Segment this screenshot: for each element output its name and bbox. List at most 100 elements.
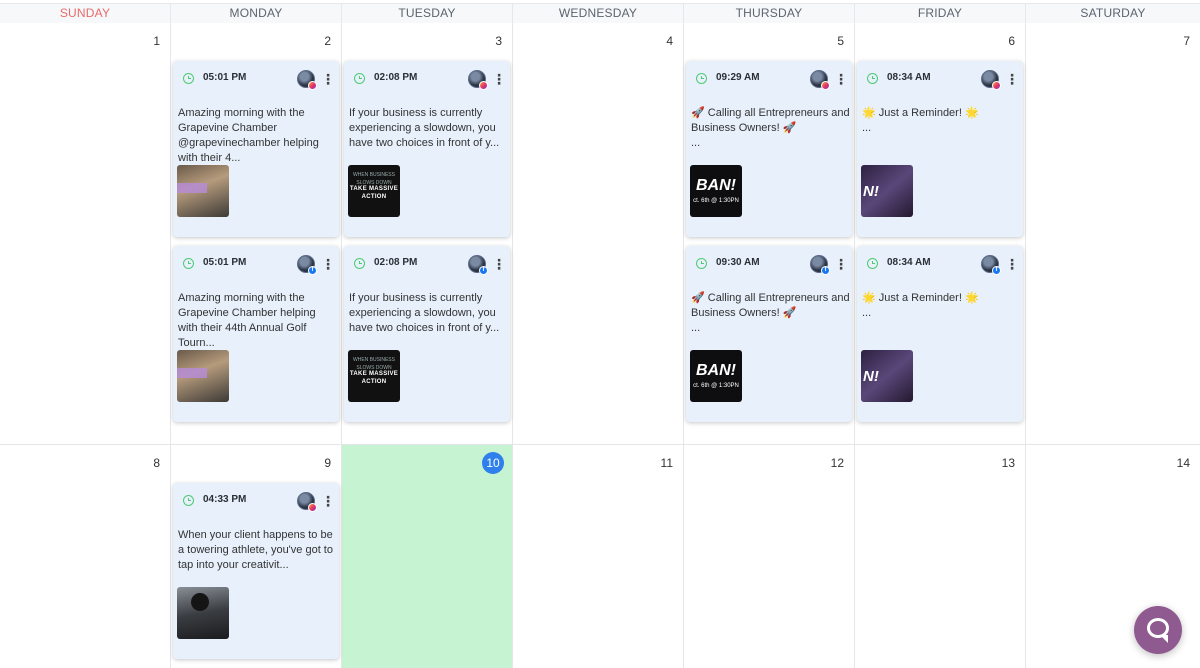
more-vertical-icon[interactable]: ⋮	[492, 255, 506, 273]
weekday-monday: MONDAY	[171, 4, 342, 23]
more-vertical-icon[interactable]: ⋮	[321, 492, 335, 510]
weekday-friday: FRIDAY	[855, 4, 1026, 23]
clock-icon	[354, 258, 365, 269]
day-cell-today[interactable]: 10	[342, 445, 513, 668]
day-cell[interactable]: 7	[1026, 23, 1200, 445]
post-text: If your business is currently experienci…	[349, 107, 500, 149]
calendar-month-view: SUNDAY MONDAY TUESDAY WEDNESDAY THURSDAY…	[0, 0, 1200, 668]
thumbnail-headline: BAN!	[696, 177, 736, 194]
day-number: 1	[153, 34, 160, 48]
chat-button[interactable]	[1134, 606, 1182, 654]
today-badge: 10	[482, 452, 504, 474]
account-avatar	[981, 70, 1001, 90]
instagram-icon	[821, 81, 830, 90]
more-vertical-icon[interactable]: ⋮	[321, 255, 335, 273]
post-time: 04:33 PM	[203, 494, 247, 505]
weekday-thursday: THURSDAY	[684, 4, 855, 23]
account-avatar	[468, 70, 488, 90]
facebook-icon: f	[308, 266, 317, 275]
post-text: 🌟 Just a Reminder! 🌟 ...	[862, 107, 979, 134]
post-time: 08:34 AM	[887, 72, 931, 83]
post-thumbnail[interactable]	[177, 587, 229, 639]
more-vertical-icon[interactable]: ⋮	[834, 70, 848, 88]
clock-icon	[696, 73, 707, 84]
account-avatar	[810, 70, 830, 90]
day-number: 6	[1008, 34, 1015, 48]
post-thumbnail[interactable]: BAN! ct. 6th @ 1:30PN	[690, 165, 742, 217]
account-avatar	[297, 70, 317, 90]
day-cell[interactable]: 11	[513, 445, 684, 668]
post-time: 05:01 PM	[203, 72, 247, 83]
more-vertical-icon[interactable]: ⋮	[1005, 255, 1019, 273]
more-vertical-icon[interactable]: ⋮	[321, 70, 335, 88]
facebook-icon: f	[821, 266, 830, 275]
thumbnail-caption: ct. 6th @ 1:30PN	[693, 383, 739, 389]
day-cell[interactable]: 1	[0, 23, 171, 445]
day-number: 2	[324, 34, 331, 48]
account-avatar: f	[810, 255, 830, 275]
day-number: 14	[1176, 456, 1190, 470]
account-avatar	[297, 492, 317, 512]
clock-icon	[354, 73, 365, 84]
account-avatar: f	[297, 255, 317, 275]
post-text: Amazing morning with the Grapevine Chamb…	[178, 107, 319, 164]
scheduled-post-card[interactable]: 05:01 PM ⋮ Amazing morning with the Grap…	[173, 61, 339, 237]
day-number: 3	[495, 34, 502, 48]
more-vertical-icon[interactable]: ⋮	[834, 255, 848, 273]
account-avatar: f	[468, 255, 488, 275]
post-text: 🚀 Calling all Entrepreneurs and Business…	[691, 107, 850, 149]
post-time: 05:01 PM	[203, 257, 247, 268]
day-cell[interactable]: 4	[513, 23, 684, 445]
account-avatar: f	[981, 255, 1001, 275]
clock-icon	[183, 73, 194, 84]
scheduled-post-card[interactable]: 09:29 AM ⋮ 🚀 Calling all Entrepreneurs a…	[686, 61, 852, 237]
post-text: Amazing morning with the Grapevine Chamb…	[178, 292, 316, 349]
thumbnail-headline: TAKE MASSIVE ACTION	[349, 186, 399, 200]
day-cell[interactable]: 13	[855, 445, 1026, 668]
day-number: 9	[324, 456, 331, 470]
clock-icon	[696, 258, 707, 269]
clock-icon	[867, 258, 878, 269]
post-thumbnail[interactable]: WHEN BUSINESS SLOWS DOWN TAKE MASSIVE AC…	[348, 165, 400, 217]
post-time: 09:29 AM	[716, 72, 760, 83]
more-vertical-icon[interactable]: ⋮	[492, 70, 506, 88]
day-cell[interactable]: 8	[0, 445, 171, 668]
weekday-saturday: SATURDAY	[1080, 6, 1146, 20]
scheduled-post-card[interactable]: 05:01 PM f ⋮ Amazing morning with the Gr…	[173, 246, 339, 422]
scheduled-post-card[interactable]: 08:34 AM f ⋮ 🌟 Just a Reminder! 🌟 ... N!	[857, 246, 1023, 422]
post-time: 09:30 AM	[716, 257, 760, 268]
weekday-header: SUNDAY MONDAY TUESDAY WEDNESDAY THURSDAY…	[0, 3, 1200, 24]
post-text: When your client happens to be a towerin…	[178, 529, 333, 571]
post-thumbnail[interactable]	[177, 350, 229, 402]
clock-icon	[183, 258, 194, 269]
day-number: 5	[837, 34, 844, 48]
more-vertical-icon[interactable]: ⋮	[1005, 70, 1019, 88]
facebook-icon: f	[479, 266, 488, 275]
post-time: 02:08 PM	[374, 257, 418, 268]
post-thumbnail[interactable]: WHEN BUSINESS SLOWS DOWN TAKE MASSIVE AC…	[348, 350, 400, 402]
facebook-icon: f	[992, 266, 1001, 275]
day-number: 11	[660, 456, 673, 470]
instagram-icon	[308, 503, 317, 512]
thumbnail-headline: TAKE MASSIVE ACTION	[349, 371, 399, 385]
day-number: 8	[153, 456, 160, 470]
post-thumbnail[interactable]: N!	[861, 165, 913, 217]
scheduled-post-card[interactable]: 02:08 PM f ⋮ If your business is current…	[344, 246, 510, 422]
scheduled-post-card[interactable]: 02:08 PM ⋮ If your business is currently…	[344, 61, 510, 237]
clock-icon	[183, 495, 194, 506]
post-text: 🚀 Calling all Entrepreneurs and Business…	[691, 292, 850, 334]
day-cell[interactable]: 12	[684, 445, 855, 668]
scheduled-post-card[interactable]: 08:34 AM ⋮ 🌟 Just a Reminder! 🌟 ... N!	[857, 61, 1023, 237]
thumbnail-caption: ct. 6th @ 1:30PN	[693, 198, 739, 204]
weekday-wednesday: WEDNESDAY	[513, 4, 684, 23]
post-thumbnail[interactable]: N!	[861, 350, 913, 402]
scheduled-post-card[interactable]: 04:33 PM ⋮ When your client happens to b…	[173, 483, 339, 659]
day-number: 12	[830, 456, 844, 470]
weekday-tuesday: TUESDAY	[342, 4, 513, 23]
post-time: 02:08 PM	[374, 72, 418, 83]
post-thumbnail[interactable]	[177, 165, 229, 217]
instagram-icon	[308, 81, 317, 90]
scheduled-post-card[interactable]: 09:30 AM f ⋮ 🚀 Calling all Entrepreneurs…	[686, 246, 852, 422]
post-thumbnail[interactable]: BAN! ct. 6th @ 1:30PN	[690, 350, 742, 402]
instagram-icon	[479, 81, 488, 90]
